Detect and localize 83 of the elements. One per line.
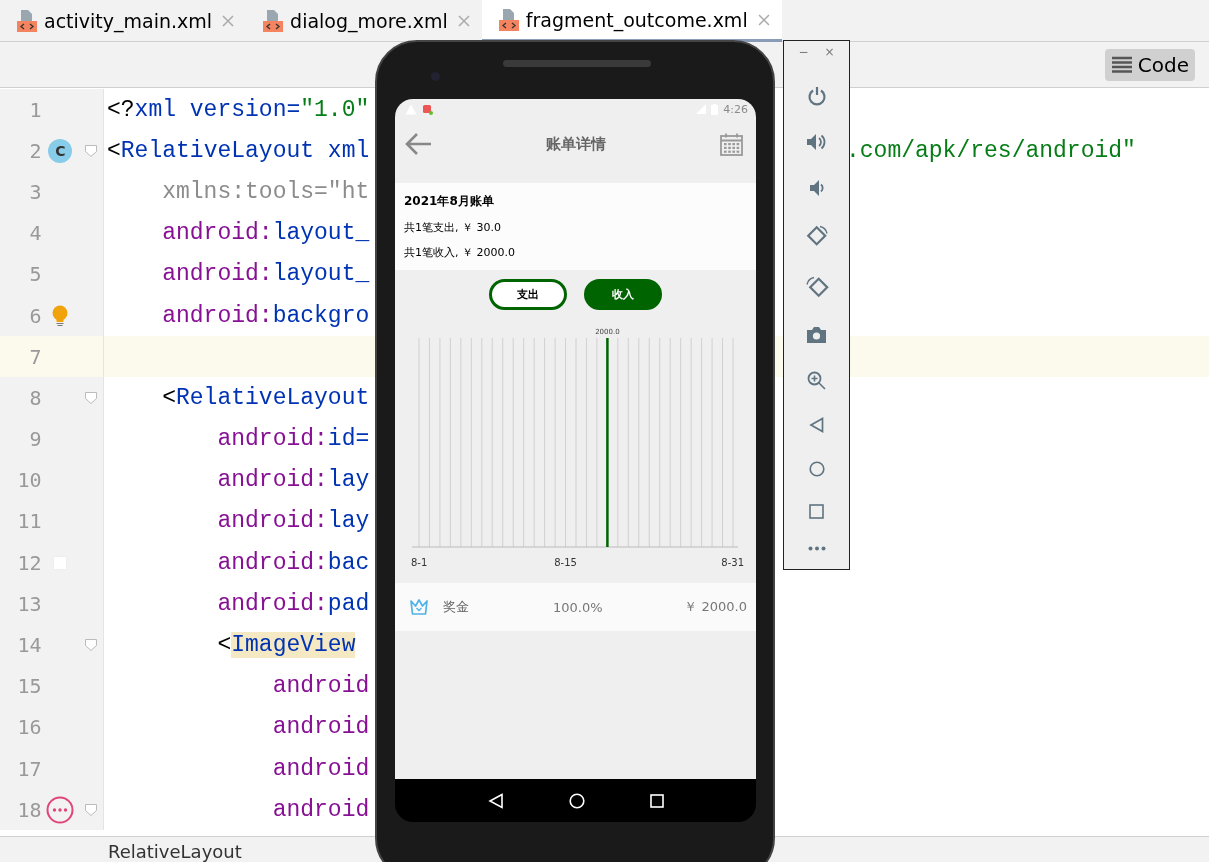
zoom-in-icon[interactable] (807, 371, 826, 391)
fold-marker-icon[interactable] (84, 143, 99, 158)
code-text: android:layout_ (161, 261, 370, 288)
bill-summary-line: 共1笔收入, ￥ 2000.0 (404, 245, 516, 260)
line-number: 7 (28, 344, 42, 369)
code-text: android:lay (216, 467, 370, 494)
category-share: 100.0% (553, 599, 603, 615)
close-icon[interactable] (757, 13, 770, 26)
x-tick-label: 8-15 (554, 557, 577, 568)
code-text: <ImageView (216, 632, 356, 659)
more-icon[interactable] (46, 795, 75, 824)
status-time: 4:26 (723, 102, 748, 116)
code-text: <RelativeLayout xml (107, 137, 370, 164)
line-number: 5 (28, 262, 42, 287)
type-toggle-button[interactable]: 支出 (489, 279, 567, 310)
volume-up-icon[interactable] (805, 133, 828, 152)
code-text: android:bac (216, 549, 370, 576)
screen-title: 账单详情 (546, 134, 606, 154)
more-icon[interactable] (807, 545, 826, 551)
app-notification-icon (422, 103, 433, 115)
file-tab[interactable]: activity_main.xml (0, 0, 247, 42)
power-icon[interactable] (806, 86, 827, 107)
line-number: 13 (16, 591, 42, 616)
xml-file-icon (262, 9, 285, 33)
fold-marker-icon[interactable] (84, 638, 99, 653)
line-number: 12 (16, 550, 42, 575)
breadcrumb[interactable]: RelativeLayout (108, 841, 242, 862)
line-number: 3 (28, 179, 42, 204)
bill-title: 2021年8月账单 (404, 193, 495, 210)
type-toggle-button[interactable]: 收入 (584, 279, 662, 310)
line-number: 14 (16, 633, 42, 658)
code-text: xmlns:tools="ht (161, 178, 370, 205)
line-number: 15 (16, 674, 42, 699)
code-text: android (271, 755, 370, 782)
line-number: 10 (16, 468, 42, 493)
front-camera (431, 72, 440, 81)
fold-marker-icon[interactable] (84, 802, 99, 817)
code-text: android:backgro (161, 302, 370, 329)
line-number: 17 (16, 756, 42, 781)
line-number: 11 (16, 509, 42, 534)
code-text: android (271, 673, 370, 700)
bill-summary-line: 共1笔支出, ￥ 30.0 (404, 220, 502, 235)
line-number: 1 (28, 97, 42, 122)
code-text: android:pad (216, 590, 370, 617)
volume-down-icon[interactable] (808, 178, 825, 197)
code-text: <RelativeLayout (161, 384, 370, 411)
code-text: android:lay (216, 508, 370, 535)
minimize-button[interactable]: − (797, 45, 810, 59)
code-text: android (271, 714, 370, 741)
file-tab[interactable]: fragment_outcome.xml (481, 0, 782, 42)
rotate-right-icon[interactable] (804, 274, 829, 299)
bulb-icon[interactable] (51, 304, 70, 327)
code-text: android:layout_ (161, 220, 370, 247)
code-text: android (271, 796, 370, 823)
lines-icon (1110, 55, 1133, 74)
category-amount: ￥ 2000.0 (684, 598, 747, 616)
line-number: 6 (28, 303, 42, 328)
category-name: 奖金 (443, 598, 470, 616)
line-number: 18 (16, 797, 42, 822)
warning-icon (405, 103, 417, 115)
file-tab[interactable]: dialog_more.xml (246, 0, 482, 42)
xml-file-icon (497, 7, 520, 32)
category-row[interactable]: 奖金 100.0% ￥ 2000.0 (395, 583, 756, 631)
rotate-left-icon[interactable] (804, 223, 829, 248)
line-number: 4 (28, 221, 42, 246)
calendar-icon[interactable] (720, 132, 743, 156)
back-arrow-icon[interactable] (404, 132, 432, 156)
crown-icon (409, 598, 429, 616)
code-text: .com/apk/res/android" (846, 137, 1136, 164)
line-number: 9 (28, 427, 42, 452)
line-number: 16 (16, 715, 42, 740)
close-button[interactable]: × (823, 45, 836, 59)
camera-icon[interactable] (806, 326, 827, 345)
x-tick-label: 8-1 (411, 557, 428, 568)
fold-marker-icon[interactable] (84, 390, 99, 405)
xml-file-icon (16, 9, 38, 33)
line-number: 2 (28, 138, 42, 163)
code-text: android:id= (216, 426, 370, 453)
x-tick-label: 8-31 (721, 557, 744, 568)
class-badge[interactable]: C (48, 138, 73, 163)
code-view-button[interactable]: Code (1104, 48, 1195, 81)
line-number: 8 (28, 385, 42, 410)
code-text: <?xml version="1.0" (107, 96, 370, 123)
